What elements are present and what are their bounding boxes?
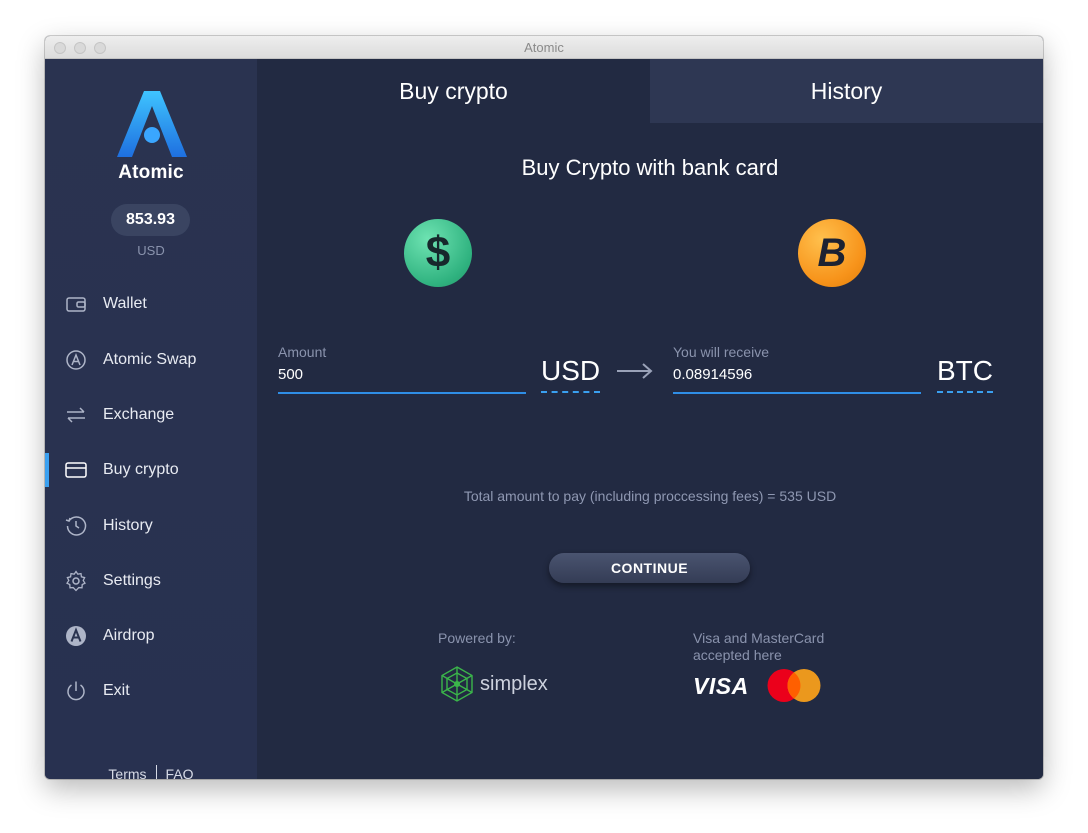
sidebar-item-history[interactable]: History <box>45 506 257 546</box>
sidebar-item-label: Exit <box>103 682 130 699</box>
tab-buy-crypto[interactable]: Buy crypto <box>257 59 650 123</box>
usd-coin-icon: $ <box>404 219 472 287</box>
footer-links: Terms FAQ <box>45 765 257 779</box>
app-window: Atomic Atomic 853.93 USD Wallet Atomic S… <box>45 36 1043 779</box>
title-bar: Atomic <box>45 36 1043 59</box>
simplex-logo-icon <box>441 666 473 702</box>
main-panel: Buy crypto History Buy Crypto with bank … <box>257 59 1043 779</box>
provider-name: simplex <box>480 673 548 695</box>
sidebar-item-wallet[interactable]: Wallet <box>45 284 257 324</box>
tab-bar: Buy crypto History <box>257 59 1043 123</box>
atomic-swap-icon <box>66 350 86 370</box>
gear-icon <box>66 570 86 592</box>
exchange-icon <box>67 407 85 423</box>
airdrop-icon <box>66 626 86 646</box>
card-icon <box>65 462 87 478</box>
btc-coin-symbol: B <box>817 231 847 275</box>
total-amount-text: Total amount to pay (including proccessi… <box>463 488 837 504</box>
wallet-icon <box>66 297 86 312</box>
history-icon <box>65 516 87 536</box>
brand-name: Atomic <box>118 162 184 183</box>
sidebar-item-exit[interactable]: Exit <box>45 671 257 711</box>
sidebar-item-label: History <box>103 517 153 534</box>
sidebar-item-label: Settings <box>103 572 161 589</box>
continue-button[interactable]: CONTINUE <box>549 553 750 583</box>
cards-accepted-text: Visa and MasterCard accepted here <box>693 630 825 663</box>
receive-underline <box>673 392 921 394</box>
tab-history[interactable]: History <box>650 59 1043 123</box>
powered-by-label: Powered by: <box>438 630 516 646</box>
amount-input[interactable] <box>278 366 518 383</box>
visa-logo: VISA <box>693 673 749 699</box>
to-currency-select[interactable]: BTC <box>937 355 993 393</box>
atomic-logo-icon <box>117 91 187 157</box>
sidebar-item-label: Buy crypto <box>103 461 179 478</box>
usd-coin-symbol: $ <box>425 228 451 277</box>
bitcoin-coin-icon: B <box>798 219 866 287</box>
page-title: Buy Crypto with bank card <box>521 155 779 180</box>
balance-currency: USD <box>137 243 165 258</box>
window-title: Atomic <box>524 40 564 55</box>
sidebar-item-label: Exchange <box>103 406 175 423</box>
sidebar-item-atomic-swap[interactable]: Atomic Swap <box>45 340 257 380</box>
sidebar-item-label: Airdrop <box>103 627 155 644</box>
sidebar-item-label: Wallet <box>103 295 147 312</box>
arrow-right-icon <box>617 363 653 379</box>
amount-label: Amount <box>278 344 327 360</box>
sidebar-item-airdrop[interactable]: Airdrop <box>45 616 257 656</box>
mastercard-logo-icon <box>767 669 821 702</box>
receive-input[interactable] <box>673 366 913 383</box>
sidebar-item-settings[interactable]: Settings <box>45 561 257 601</box>
from-currency-select[interactable]: USD <box>541 355 601 393</box>
receive-label: You will receive <box>673 344 769 360</box>
power-icon <box>67 681 85 701</box>
amount-underline <box>278 392 526 394</box>
footer-divider <box>155 765 157 779</box>
balance-amount: 853.93 <box>111 204 190 236</box>
sidebar-item-buy-crypto[interactable]: Buy crypto <box>45 450 257 490</box>
faq-link[interactable]: FAQ <box>166 766 194 779</box>
terms-link[interactable]: Terms <box>108 766 146 779</box>
sidebar-item-exchange[interactable]: Exchange <box>45 395 257 435</box>
simplex-logo: simplex <box>438 665 558 703</box>
sidebar: Atomic 853.93 USD Wallet Atomic Swap Exc… <box>45 59 257 779</box>
sidebar-item-label: Atomic Swap <box>103 351 197 368</box>
